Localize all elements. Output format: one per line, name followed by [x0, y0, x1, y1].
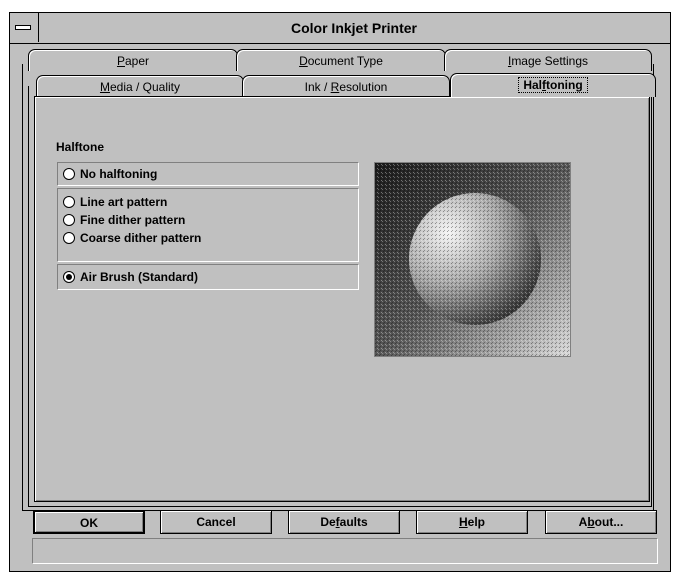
halftone-group-label: Halftone [56, 140, 104, 154]
halftone-option-group-none: No halftoning [57, 162, 359, 186]
cancel-button[interactable]: Cancel [160, 510, 272, 534]
radio-button-icon [63, 214, 75, 226]
tab-paper[interactable]: Paper [28, 49, 238, 71]
radio-button-selected-icon [63, 271, 75, 283]
radio-no-halftoning[interactable]: No halftoning [58, 165, 358, 183]
radio-button-icon [63, 196, 75, 208]
radio-button-icon [63, 168, 75, 180]
defaults-button[interactable]: Defaults [288, 510, 400, 534]
halftone-option-group-patterns: Line art pattern Fine dither pattern Coa… [57, 188, 359, 262]
radio-line-art-pattern[interactable]: Line art pattern [58, 193, 358, 211]
radio-air-brush-standard[interactable]: Air Brush (Standard) [58, 268, 358, 286]
tab-image-settings[interactable]: Image Settings [444, 49, 652, 71]
tab-halftoning[interactable]: Halftoning [450, 73, 656, 97]
radio-coarse-dither-pattern[interactable]: Coarse dither pattern [58, 229, 358, 247]
radio-fine-dither-pattern[interactable]: Fine dither pattern [58, 211, 358, 229]
halftone-sphere-graphic [375, 163, 570, 356]
tab-ink-resolution[interactable]: Ink / Resolution [242, 75, 450, 97]
halftone-option-group-airbrush: Air Brush (Standard) [57, 264, 359, 290]
system-menu-button[interactable] [10, 13, 39, 42]
about-button[interactable]: About... [545, 510, 657, 534]
halftone-preview-image [374, 162, 571, 357]
tab-media-quality[interactable]: Media / Quality [36, 75, 244, 97]
tab-halftoning-label: Halftoning [518, 77, 588, 93]
ok-button[interactable]: OK [33, 510, 145, 534]
tab-document-type[interactable]: Document Type [236, 49, 446, 71]
window-title: Color Inkjet Printer [290, 20, 418, 36]
system-menu-icon [15, 25, 31, 30]
radio-button-icon [63, 232, 75, 244]
status-bar [32, 538, 658, 564]
help-button[interactable]: Help [416, 510, 528, 534]
title-bar[interactable]: Color Inkjet Printer [10, 13, 670, 44]
